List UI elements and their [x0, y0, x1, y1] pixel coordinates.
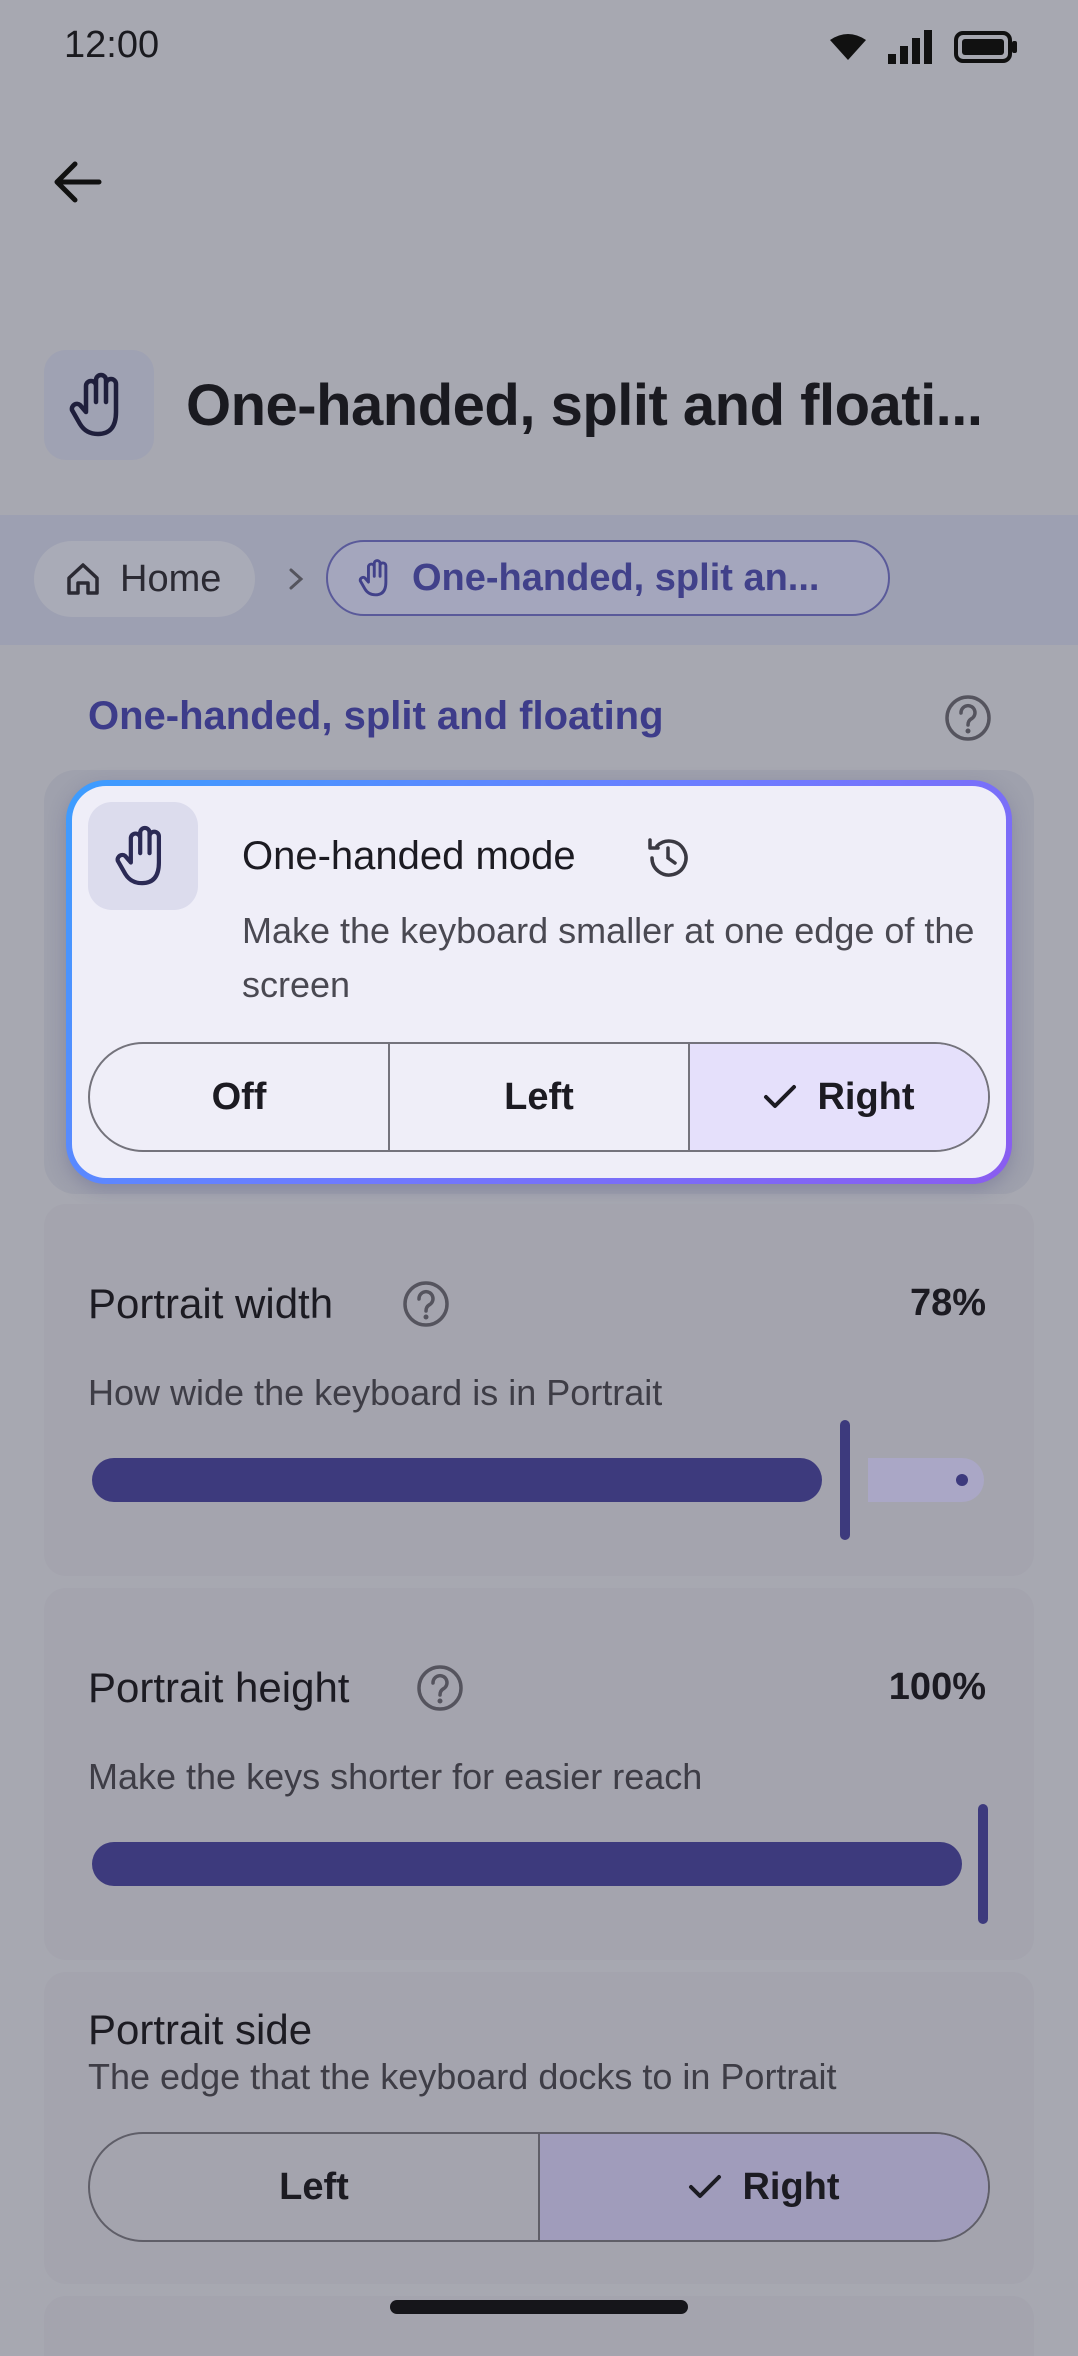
- slider-fill: [92, 1842, 962, 1886]
- portrait-width-label: Portrait width: [88, 1280, 334, 1327]
- help-icon[interactable]: [416, 1664, 464, 1712]
- back-arrow-icon: [53, 160, 103, 204]
- portrait-width-slider[interactable]: [92, 1420, 984, 1544]
- breadcrumb-home[interactable]: Home: [34, 541, 256, 617]
- section-title: One-handed, split and floating: [88, 694, 664, 738]
- check-icon: [688, 2174, 722, 2200]
- portrait-height-label: Portrait height: [88, 1664, 350, 1711]
- page-title: One-handed, split and floati...: [186, 373, 983, 438]
- portrait-side-option-right[interactable]: Right: [538, 2134, 988, 2240]
- home-indicator[interactable]: [390, 2300, 688, 2314]
- home-icon: [64, 560, 102, 598]
- check-icon: [763, 1084, 797, 1110]
- status-icons: [828, 30, 1018, 64]
- breadcrumb-home-label: Home: [120, 557, 222, 600]
- portrait-height-slider[interactable]: [92, 1804, 990, 1928]
- one-handed-icon-tile: [88, 802, 198, 910]
- battery-icon: [954, 31, 1018, 63]
- portrait-side-segmented: Left Right: [88, 2132, 990, 2242]
- one-handed-option-right[interactable]: Right: [688, 1044, 988, 1150]
- portrait-side-label: Portrait side: [88, 2006, 313, 2053]
- hand-icon: [68, 372, 130, 438]
- slider-fill: [92, 1458, 822, 1502]
- help-icon[interactable]: [944, 694, 992, 742]
- history-icon[interactable]: [644, 834, 692, 882]
- page-icon: [44, 350, 154, 460]
- slider-thumb[interactable]: [840, 1420, 850, 1540]
- help-icon[interactable]: [402, 1280, 450, 1328]
- signal-icon: [888, 30, 934, 64]
- portrait-side-description: The edge that the keyboard docks to in P…: [88, 2056, 837, 2097]
- status-time: 12:00: [64, 24, 160, 66]
- one-handed-option-off[interactable]: Off: [90, 1044, 388, 1150]
- portrait-side-option-left[interactable]: Left: [90, 2134, 538, 2240]
- one-handed-segmented: Off Left Right: [88, 1042, 990, 1152]
- hand-icon: [358, 558, 394, 598]
- portrait-height-value: 100%: [888, 1666, 986, 1708]
- breadcrumb-current[interactable]: One-handed, split an...: [326, 540, 890, 616]
- one-handed-option-left[interactable]: Left: [388, 1044, 688, 1150]
- breadcrumb-current-label: One-handed, split an...: [412, 556, 820, 599]
- portrait-width-description: How wide the keyboard is in Portrait: [88, 1372, 663, 1413]
- one-handed-description: Make the keyboard smaller at one edge of…: [242, 910, 975, 1005]
- slider-end-dot: [956, 1474, 968, 1486]
- back-button[interactable]: [48, 152, 108, 212]
- hand-icon: [114, 825, 172, 887]
- wifi-icon: [828, 32, 868, 62]
- portrait-width-value: 78%: [909, 1282, 986, 1324]
- chevron-right-icon: [284, 562, 308, 596]
- portrait-height-description: Make the keys shorter for easier reach: [88, 1756, 703, 1797]
- slider-thumb[interactable]: [978, 1804, 988, 1924]
- one-handed-title: One-handed mode: [242, 834, 576, 878]
